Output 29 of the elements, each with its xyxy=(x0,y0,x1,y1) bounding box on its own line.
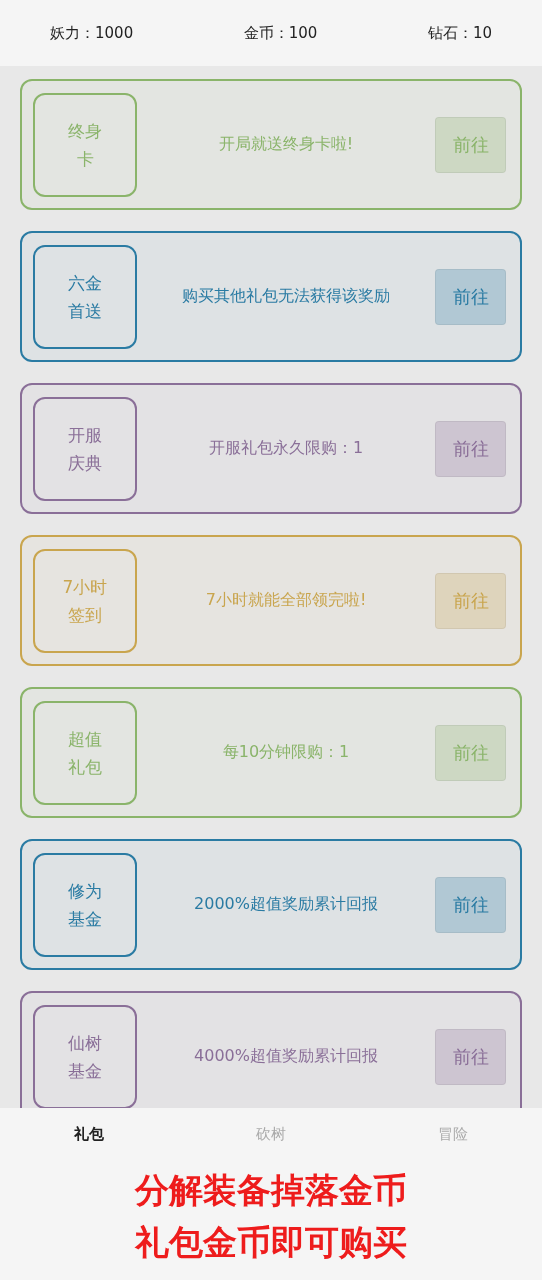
pack-description: 购买其他礼包无法获得该奖励 xyxy=(181,286,391,307)
go-button[interactable]: 前往 xyxy=(435,572,506,629)
pack-title: 六金首送 xyxy=(67,271,103,323)
go-button[interactable]: 前往 xyxy=(435,420,506,477)
pack-description: 开服礼包永久限购：1 xyxy=(207,438,365,459)
go-button[interactable]: 前往 xyxy=(435,1028,506,1085)
nav-tab[interactable]: 冒险 xyxy=(438,1124,468,1144)
pack-description: 4000%超值奖励累计回报 xyxy=(193,1046,379,1067)
pack-description: 2000%超值奖励累计回报 xyxy=(193,894,379,915)
pack-title: 开服庆典 xyxy=(67,423,103,475)
stat-label: 钻石：10 xyxy=(427,23,492,43)
pack-description: 开局就送终身卡啦! xyxy=(217,134,355,155)
go-button[interactable]: 前往 xyxy=(435,116,506,173)
stat-label: 妖力：1000 xyxy=(50,23,134,43)
pack-title: 超值礼包 xyxy=(67,727,103,779)
caption-text: 分解装备掉落金币 xyxy=(135,1169,407,1212)
go-button[interactable]: 前往 xyxy=(435,268,506,325)
pack-description: 每10分钟限购：1 xyxy=(221,742,351,763)
nav-tab[interactable]: 砍树 xyxy=(256,1124,286,1144)
pack-title: 7小时签到 xyxy=(61,575,109,627)
go-button[interactable]: 前往 xyxy=(435,724,506,781)
caption-text: 礼包金币即可购买 xyxy=(135,1221,407,1264)
pack-title: 修为基金 xyxy=(67,879,103,931)
pack-title: 终身卡 xyxy=(67,119,103,171)
pack-title: 仙树基金 xyxy=(67,1031,103,1083)
pack-description: 7小时就能全部领完啦! xyxy=(204,590,368,611)
stat-label: 金币：100 xyxy=(243,23,318,43)
go-button[interactable]: 前往 xyxy=(435,876,506,933)
nav-tab[interactable]: 礼包 xyxy=(74,1124,104,1144)
